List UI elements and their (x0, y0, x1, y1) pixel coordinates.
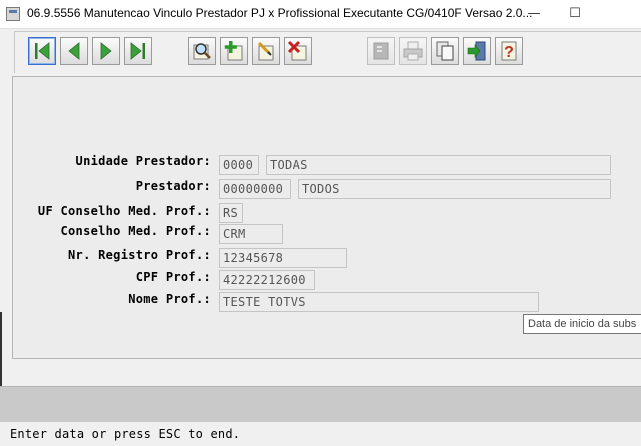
toolbar: ? (14, 31, 641, 73)
copy-button[interactable] (431, 37, 459, 65)
print-button[interactable] (399, 37, 427, 65)
status-message: Enter data or press ESC to end. (0, 422, 641, 444)
prestador-label: Prestador: (135, 179, 211, 193)
help-question-icon: ? (501, 41, 517, 61)
next-record-button[interactable] (92, 37, 120, 65)
conselho-label: Conselho Med. Prof.: (60, 224, 211, 238)
app-window-icon (6, 7, 20, 21)
uf-conselho-label: UF Conselho Med. Prof.: (37, 204, 211, 218)
unidade-prestador-code-field[interactable]: 0000 (219, 155, 259, 175)
plus-icon (224, 41, 243, 61)
help-button[interactable]: ? (495, 37, 523, 65)
magnifier-icon (193, 43, 211, 60)
prestador-code-field[interactable]: 00000000 (219, 179, 291, 199)
tooltip: Data de inicio da subs (523, 314, 641, 334)
prestador-desc-field[interactable]: TODOS (298, 179, 611, 199)
last-record-icon (130, 42, 145, 60)
unidade-prestador-label: Unidade Prestador: (75, 154, 211, 168)
previous-icon (68, 42, 80, 60)
title-bar: 06.9.5556 Manutencao Vinculo Prestador P… (0, 0, 641, 29)
nome-label: Nome Prof.: (128, 292, 211, 306)
uf-conselho-field[interactable]: RS (219, 203, 243, 223)
filter-icon (373, 42, 389, 60)
next-icon (100, 42, 112, 60)
copy-pages-icon (436, 41, 454, 61)
conselho-field[interactable]: CRM (219, 224, 283, 244)
nome-field[interactable]: TESTE TOTVS (219, 292, 539, 312)
exit-button[interactable] (463, 37, 491, 65)
last-record-button[interactable] (124, 37, 152, 65)
minimize-button[interactable]: — (519, 4, 549, 24)
left-edge-divider (0, 312, 2, 392)
cpf-label: CPF Prof.: (135, 270, 211, 284)
delete-x-icon (287, 40, 307, 61)
footer-area (0, 386, 641, 423)
first-record-button[interactable] (28, 37, 56, 65)
cpf-field[interactable]: 42222212600 (219, 270, 315, 290)
filter-button[interactable] (367, 37, 395, 65)
previous-record-button[interactable] (60, 37, 88, 65)
svg-text:?: ? (504, 44, 514, 61)
search-button[interactable] (188, 37, 216, 65)
delete-button[interactable] (284, 37, 312, 65)
window-title: 06.9.5556 Manutencao Vinculo Prestador P… (27, 6, 533, 20)
first-record-icon (35, 42, 50, 60)
nr-registro-field[interactable]: 12345678 (219, 248, 347, 268)
maximize-button[interactable]: ☐ (560, 4, 590, 24)
edit-button[interactable] (252, 37, 280, 65)
nr-registro-label: Nr. Registro Prof.: (68, 248, 211, 262)
unidade-prestador-desc-field[interactable]: TODAS (266, 155, 611, 175)
printer-icon (403, 41, 423, 61)
pencil-icon (257, 41, 274, 61)
exit-door-icon (467, 41, 486, 61)
add-button[interactable] (220, 37, 248, 65)
